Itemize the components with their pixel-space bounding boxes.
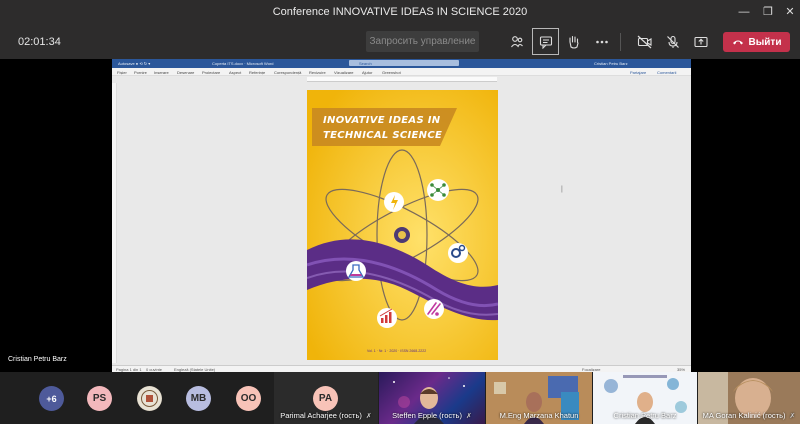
mouse-cursor-icon: |: [561, 186, 563, 193]
cover-title-line1: INOVATIVE IDEAS IN: [323, 115, 441, 126]
leave-button[interactable]: Выйти: [723, 32, 790, 52]
participant-name: Cristian Petru Barz: [613, 411, 677, 420]
maximize-icon[interactable]: ❐: [760, 4, 776, 20]
word-document-title: Coperta ITS.docx · Microsoft Word: [212, 61, 274, 66]
participant-name: Steffen Epple (гость) ✗: [392, 411, 472, 420]
participant-name: M.Eng Marzana Khatun: [499, 411, 579, 420]
word-share-button[interactable]: Partajare: [630, 70, 646, 75]
participant-avatar[interactable]: PS: [87, 386, 112, 411]
ribbon-tab[interactable]: Fișier: [117, 70, 127, 75]
minimize-icon[interactable]: —: [736, 4, 752, 20]
mic-off-icon: ✗: [365, 413, 372, 420]
close-icon[interactable]: ✕: [782, 4, 798, 20]
ribbon-tab[interactable]: Vizualizare: [334, 70, 354, 75]
participants-bar: +6 PS MB OO PA Parimal Acharjee (гость) ✗…: [0, 372, 800, 424]
ribbon-tab[interactable]: Greenshot: [382, 70, 401, 75]
mic-off-icon: ✗: [465, 413, 472, 420]
horizontal-ruler: [307, 77, 497, 82]
university-logo-icon: [137, 386, 162, 411]
leave-label: Выйти: [748, 36, 782, 48]
cover-footer: Vol. 1 · Nr. 1 · 2020 · ISSN 2668-2222: [367, 349, 427, 353]
share-screen-icon[interactable]: [689, 30, 713, 54]
participant-avatar: PA: [313, 386, 338, 411]
participants-icon[interactable]: [505, 30, 529, 54]
participant-video-tile[interactable]: MA Goran Kalinić (гость) ✗: [698, 372, 800, 424]
participant-avatar[interactable]: MB: [186, 386, 211, 411]
mic-off-icon: ✗: [789, 413, 796, 420]
word-ribbon-tabs: Fișier Pornire Inserare Desenare Proiect…: [112, 68, 691, 76]
ribbon-tab[interactable]: Aspect: [229, 70, 241, 75]
word-user-name: Cristian Petru Barz: [594, 61, 628, 66]
more-icon[interactable]: [590, 30, 614, 54]
cover-title-line2: TECHNICAL SCIENCE: [323, 130, 443, 141]
chat-icon[interactable]: [532, 28, 559, 55]
toolbar-divider: [620, 33, 621, 51]
participant-video-tile[interactable]: Steffen Epple (гость) ✗: [379, 372, 485, 424]
participant-tile[interactable]: PA Parimal Acharjee (гость) ✗: [274, 372, 378, 424]
ribbon-tab[interactable]: Revizuire: [309, 70, 326, 75]
raise-hand-icon[interactable]: [562, 30, 586, 54]
participant-video-tile[interactable]: M.Eng Marzana Khatun: [486, 372, 592, 424]
ribbon-tab[interactable]: Corespondență: [274, 70, 301, 75]
vertical-ruler: [112, 83, 117, 363]
ribbon-tab[interactable]: Desenare: [177, 70, 194, 75]
camera-off-icon[interactable]: [633, 30, 657, 54]
request-control-button[interactable]: Запросить управление: [366, 31, 479, 52]
presenter-name: Cristian Petru Barz: [8, 356, 67, 363]
word-quick-access: Autosave ● ⟲ ↻ ▾: [118, 61, 151, 66]
ribbon-tab[interactable]: Pornire: [134, 70, 147, 75]
ribbon-tab[interactable]: Referințe: [249, 70, 265, 75]
meeting-toolbar: 02:01:34 Запросить управление Выйти: [0, 24, 800, 59]
call-timer: 02:01:34: [18, 36, 61, 48]
window-title: Conference INNOVATIVE IDEAS IN SCIENCE 2…: [272, 6, 528, 18]
ribbon-tab[interactable]: Ajutor: [362, 70, 372, 75]
participant-avatar[interactable]: [137, 386, 162, 411]
word-status-bar: Pagina 1 din 1 0 cuvinte Engleză (Statel…: [112, 365, 691, 372]
overflow-participants-badge[interactable]: +6: [39, 386, 64, 411]
word-search-box[interactable]: Search: [349, 60, 459, 66]
participant-avatar[interactable]: OO: [236, 386, 261, 411]
book-cover-image: INOVATIVE IDEAS IN TECHNICAL SCIENCE Vol…: [307, 90, 498, 360]
word-titlebar: Autosave ● ⟲ ↻ ▾ Coperta ITS.docx · Micr…: [112, 59, 691, 68]
mic-off-icon[interactable]: [661, 30, 685, 54]
word-search-placeholder: Search: [359, 61, 372, 66]
participant-name: MA Goran Kalinić (гость) ✗: [702, 411, 796, 420]
window-titlebar: Conference INNOVATIVE IDEAS IN SCIENCE 2…: [0, 0, 800, 24]
ribbon-tab[interactable]: Inserare: [154, 70, 169, 75]
ribbon-tab[interactable]: Proiectare: [202, 70, 220, 75]
participant-video-tile[interactable]: Cristian Petru Barz: [593, 372, 697, 424]
phone-hangup-icon: [732, 40, 743, 45]
shared-screen: Autosave ● ⟲ ↻ ▾ Coperta ITS.docx · Micr…: [112, 59, 691, 372]
participant-name: Parimal Acharjee (гость) ✗: [280, 411, 372, 420]
word-comments-button[interactable]: Comentarii: [657, 70, 676, 75]
